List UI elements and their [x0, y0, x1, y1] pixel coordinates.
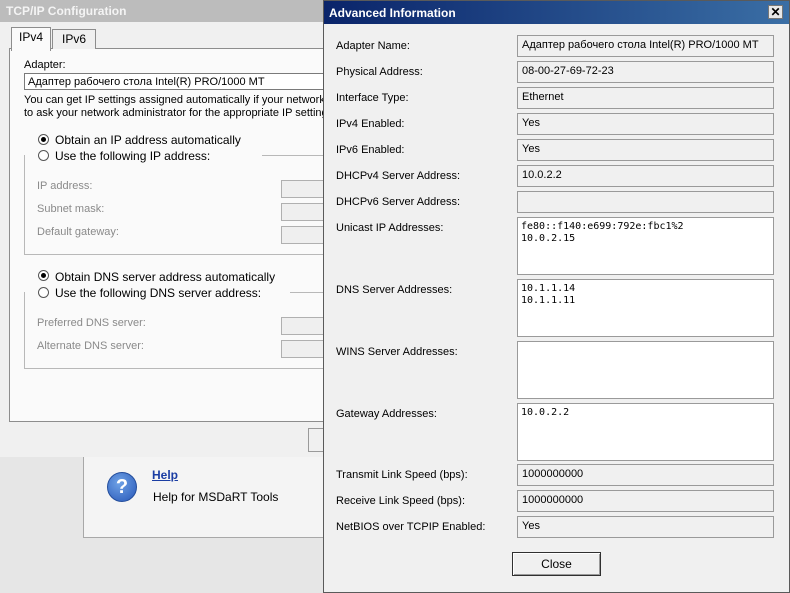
dns-manual-radio[interactable]: [38, 287, 49, 298]
receive-speed-value: 1000000000: [517, 490, 774, 512]
alternate-dns-label: Alternate DNS server:: [37, 340, 144, 352]
dns-servers-label: DNS Server Addresses:: [336, 284, 453, 296]
dns-auto-radio[interactable]: [38, 270, 49, 281]
list-item: fe80::f140:e699:792e:fbc1%2: [521, 221, 684, 232]
dns-auto-label: Obtain DNS server address automatically: [55, 270, 276, 284]
adapter-label: Adapter:: [24, 59, 66, 71]
help-question-icon: ?: [107, 472, 137, 502]
adapter-name-label: Adapter Name:: [336, 40, 410, 52]
receive-speed-label: Receive Link Speed (bps):: [336, 495, 466, 507]
interface-type-label: Interface Type:: [336, 92, 409, 104]
interface-type-value: Ethernet: [517, 87, 774, 109]
ip-auto-label: Obtain an IP address automatically: [55, 133, 241, 147]
close-button[interactable]: Close: [512, 552, 601, 576]
info-text-line-1: You can get IP settings assigned automat…: [24, 94, 334, 106]
ipv6-enabled-label: IPv6 Enabled:: [336, 144, 405, 156]
subnet-mask-label: Subnet mask:: [37, 203, 105, 215]
advanced-information-dialog: Advanced Information ✕ Adapter Name: Ада…: [323, 0, 790, 593]
list-item: 10.0.2.2: [521, 407, 570, 418]
close-icon[interactable]: ✕: [768, 5, 783, 19]
wins-servers-label: WINS Server Addresses:: [336, 346, 458, 358]
physical-address-value: 08-00-27-69-72-23: [517, 61, 774, 83]
ip-manual-label: Use the following IP address:: [55, 149, 214, 163]
window-title: TCP/IP Configuration: [6, 4, 127, 18]
transmit-speed-value: 1000000000: [517, 464, 774, 486]
list-item: 10.1.1.11: [521, 295, 576, 306]
ip-manual-radio[interactable]: [38, 150, 49, 161]
dialog-titlebar: Advanced Information ✕: [324, 1, 789, 24]
unicast-ip-list[interactable]: fe80::f140:e699:792e:fbc1%2 10.0.2.15: [517, 217, 774, 275]
dns-manual-label: Use the following DNS server address:: [55, 286, 265, 300]
ipv4-enabled-label: IPv4 Enabled:: [336, 118, 405, 130]
dhcpv4-server-value: 10.0.2.2: [517, 165, 774, 187]
info-text-line-2: to ask your network administrator for th…: [24, 107, 337, 119]
dialog-title: Advanced Information: [329, 6, 456, 20]
physical-address-label: Physical Address:: [336, 66, 423, 78]
adapter-name-value: Адаптер рабочего стола Intel(R) PRO/1000…: [517, 35, 774, 57]
preferred-dns-label: Preferred DNS server:: [37, 317, 146, 329]
netbios-label: NetBIOS over TCPIP Enabled:: [336, 521, 486, 533]
list-item: 10.0.2.15: [521, 233, 576, 244]
gateway-addresses-list[interactable]: 10.0.2.2: [517, 403, 774, 461]
ip-address-label: IP address:: [37, 180, 93, 192]
ipv6-enabled-value: Yes: [517, 139, 774, 161]
ipv4-enabled-value: Yes: [517, 113, 774, 135]
tab-ipv6[interactable]: IPv6: [52, 29, 96, 49]
netbios-value: Yes: [517, 516, 774, 538]
list-item: 10.1.1.14: [521, 283, 576, 294]
help-link[interactable]: Help: [152, 468, 178, 482]
unicast-ip-label: Unicast IP Addresses:: [336, 222, 444, 234]
gateway-addresses-label: Gateway Addresses:: [336, 408, 437, 420]
wins-servers-list[interactable]: [517, 341, 774, 399]
tab-ipv4[interactable]: IPv4: [11, 27, 51, 51]
transmit-speed-label: Transmit Link Speed (bps):: [336, 469, 468, 481]
dhcpv4-server-label: DHCPv4 Server Address:: [336, 170, 461, 182]
dhcpv6-server-label: DHCPv6 Server Address:: [336, 196, 461, 208]
dhcpv6-server-value: [517, 191, 774, 213]
adapter-dropdown[interactable]: Адаптер рабочего стола Intel(R) PRO/1000…: [24, 73, 344, 90]
default-gateway-label: Default gateway:: [37, 226, 119, 238]
help-description: Help for MSDaRT Tools: [153, 490, 279, 504]
ip-auto-radio[interactable]: [38, 134, 49, 145]
dns-servers-list[interactable]: 10.1.1.14 10.1.1.11: [517, 279, 774, 337]
